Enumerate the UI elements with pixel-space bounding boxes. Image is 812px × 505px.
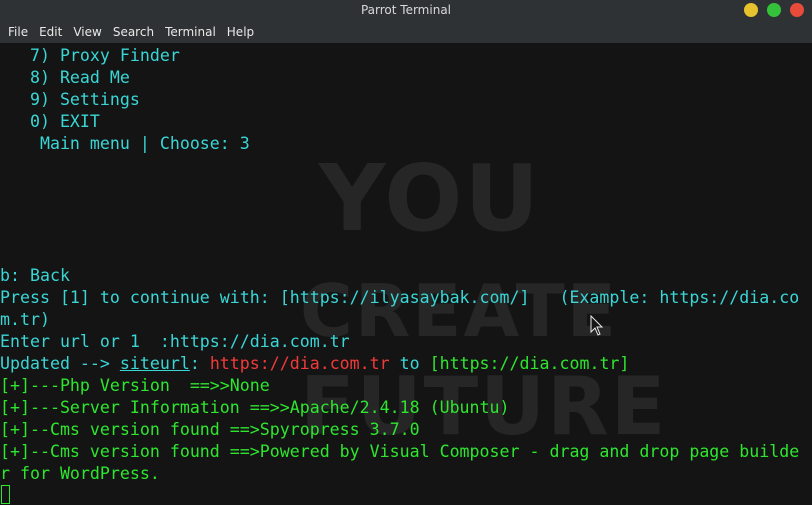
menu-option-exit: 0) EXIT — [0, 112, 100, 131]
terminal-cursor — [1, 485, 10, 504]
menu-edit[interactable]: Edit — [39, 25, 62, 39]
updated-to: to — [389, 354, 430, 373]
continue-prompt-wrap: m.tr) — [0, 310, 50, 329]
result-php-version: [+]---Php Version ==>>None — [0, 376, 270, 395]
result-cms-version: [+]--Cms version found ==>Spyropress 3.7… — [0, 420, 420, 439]
menu-option-settings: 9) Settings — [0, 90, 140, 109]
back-option: b: Back — [0, 266, 70, 285]
result-server-info: [+]---Server Information ==>>Apache/2.4.… — [0, 398, 510, 417]
title-bar: Parrot Terminal — [0, 0, 812, 20]
minimize-button[interactable] — [744, 3, 758, 17]
watermark-word-1: YOU — [318, 145, 542, 252]
menu-option-read-me: 8) Read Me — [0, 68, 130, 87]
menu-view[interactable]: View — [73, 25, 101, 39]
maximize-button[interactable] — [767, 3, 781, 17]
updated-old-url: https://dia.com.tr — [209, 354, 390, 373]
enter-url-line: Enter url or 1 :https://dia.com.tr — [0, 332, 350, 351]
menu-search[interactable]: Search — [113, 25, 154, 39]
result-cms-builder: [+]--Cms version found ==>Powered by Vis… — [0, 442, 800, 461]
updated-colon: : — [189, 354, 210, 373]
updated-line: Updated --> siteurl: https://dia.com.tr … — [0, 353, 629, 375]
result-cms-builder-wrap: r for WordPress. — [0, 464, 160, 483]
menu-option-proxy-finder: 7) Proxy Finder — [0, 46, 180, 65]
menu-help[interactable]: Help — [227, 25, 254, 39]
window-title: Parrot Terminal — [360, 3, 452, 17]
terminal-area[interactable]: YOU CREATE FUTURE 7) Proxy Finder 8) Rea… — [0, 43, 812, 505]
menu-bar: File Edit View Search Terminal Help — [0, 20, 812, 43]
main-menu-prompt: Main menu | Choose: 3 — [0, 134, 250, 153]
updated-key: siteurl — [119, 354, 190, 373]
continue-prompt: Press [1] to continue with: [https://ily… — [0, 288, 800, 307]
close-button[interactable] — [790, 3, 804, 17]
menu-file[interactable]: File — [8, 25, 28, 39]
menu-terminal[interactable]: Terminal — [165, 25, 216, 39]
updated-prefix: Updated --> — [0, 354, 120, 373]
mouse-pointer-icon — [590, 315, 604, 336]
updated-new-url: [https://dia.com.tr] — [429, 354, 630, 373]
